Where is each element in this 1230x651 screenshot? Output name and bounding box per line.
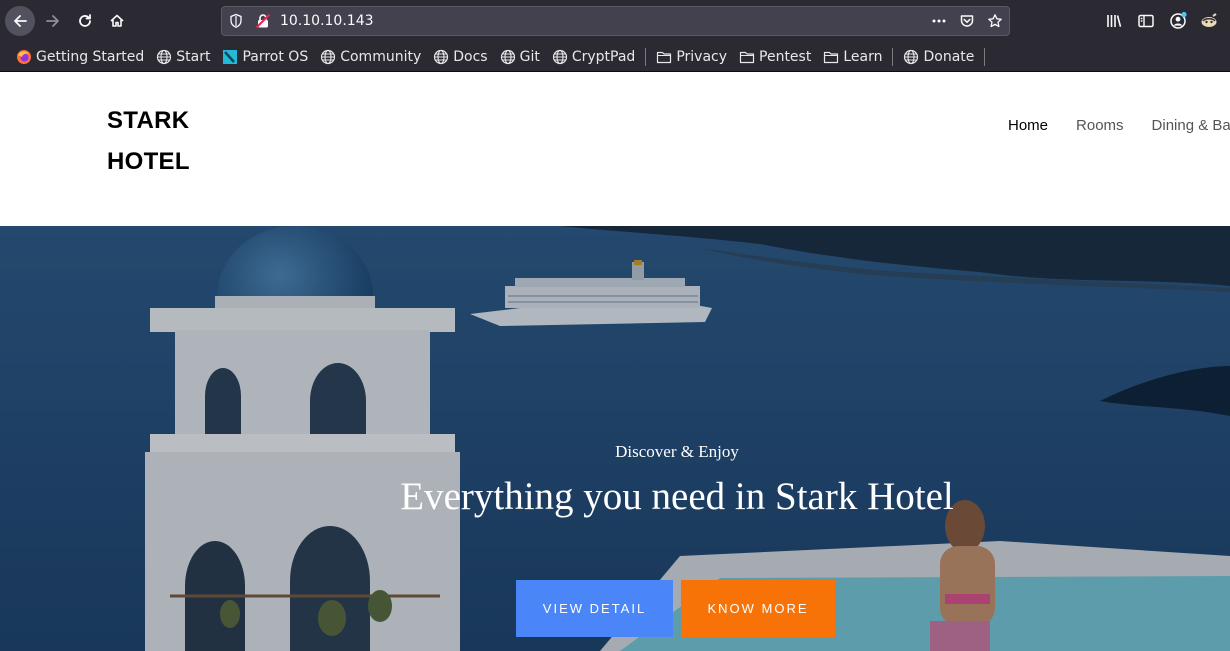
home-icon (110, 14, 124, 27)
bookmark-separator (645, 47, 647, 66)
bookmark-folder-privacy[interactable]: Privacy (652, 45, 731, 69)
shield-icon[interactable] (228, 13, 244, 29)
site-logo[interactable]: STARK HOTEL (107, 100, 227, 182)
bookmark-label: Privacy (676, 48, 728, 65)
bookmark-separator (984, 47, 986, 66)
bookmark-git[interactable]: Git (496, 45, 544, 69)
bookmark-folder-pentest[interactable]: Pentest (735, 45, 815, 69)
library-icon[interactable] (1104, 11, 1124, 31)
bookmark-label: Git (519, 48, 540, 65)
browser-toolbar: 10.10.10.143 (0, 0, 1230, 42)
bookmark-folder-learn[interactable]: Learn (819, 45, 886, 69)
bookmarks-toolbar: Getting Started Start Parrot OS Communit… (0, 42, 1230, 72)
globe-icon (500, 49, 515, 64)
bookmark-label: Start (176, 48, 211, 65)
folder-icon (824, 51, 839, 63)
reload-icon (79, 14, 91, 27)
arrow-right-icon (46, 15, 59, 27)
globe-icon (321, 49, 336, 64)
more-actions-icon[interactable] (931, 13, 947, 29)
bookmark-label: Parrot OS (242, 48, 309, 65)
bookmark-label: Pentest (759, 48, 812, 65)
bookmark-label: Docs (453, 48, 488, 65)
bookmark-star-icon[interactable] (987, 13, 1003, 29)
nav-home[interactable]: Home (1008, 117, 1048, 134)
bookmark-separator (892, 47, 894, 66)
hero-banner: Discover & Enjoy Everything you need in … (0, 226, 1230, 651)
reload-button[interactable] (70, 6, 100, 36)
bookmark-start[interactable]: Start (152, 45, 214, 69)
bookmark-label: Donate (923, 48, 975, 65)
extension-icon[interactable] (1199, 11, 1219, 31)
view-detail-button[interactable]: VIEW DETAIL (516, 580, 673, 637)
site-header: STARK HOTEL Home Rooms Dining & Bar (0, 73, 1230, 226)
bookmark-docs[interactable]: Docs (429, 45, 491, 69)
url-bar[interactable]: 10.10.10.143 (221, 6, 1010, 36)
globe-icon (434, 49, 449, 64)
bookmark-cryptpad[interactable]: CryptPad (548, 45, 639, 69)
bookmark-label: Getting Started (36, 48, 145, 65)
nav-rooms[interactable]: Rooms (1076, 117, 1124, 134)
know-more-button[interactable]: KNOW MORE (681, 580, 835, 637)
globe-icon (157, 49, 172, 64)
url-text[interactable]: 10.10.10.143 (280, 13, 374, 29)
logo-line-2: HOTEL (107, 148, 190, 175)
bookmark-label: Learn (843, 48, 883, 65)
hero-subtitle: Discover & Enjoy (615, 442, 739, 461)
bookmark-community[interactable]: Community (316, 45, 425, 69)
nav-dining-bar[interactable]: Dining & Bar (1152, 117, 1230, 134)
forward-button[interactable] (38, 6, 68, 36)
folder-icon (657, 51, 672, 63)
parrot-icon (223, 49, 238, 64)
bookmark-parrot-os[interactable]: Parrot OS (218, 45, 312, 69)
sidebar-icon[interactable] (1136, 11, 1156, 31)
pocket-icon[interactable] (959, 13, 975, 29)
bookmark-label: Community (340, 48, 422, 65)
bookmark-label: CryptPad (571, 48, 636, 65)
back-button[interactable] (5, 6, 35, 36)
home-button[interactable] (102, 6, 132, 36)
logo-line-1: STARK (107, 107, 190, 134)
hero-title: Everything you need in Stark Hotel (400, 475, 954, 518)
account-icon[interactable] (1168, 11, 1188, 31)
arrow-left-icon (14, 15, 27, 27)
insecure-lock-icon[interactable] (255, 13, 271, 29)
bookmark-donate[interactable]: Donate (899, 45, 978, 69)
bookmark-getting-started[interactable]: Getting Started (12, 45, 148, 69)
globe-icon (904, 49, 919, 64)
main-nav: Home Rooms Dining & Bar (1008, 117, 1230, 134)
folder-icon (739, 51, 755, 63)
firefox-icon (17, 49, 31, 64)
globe-icon (552, 49, 567, 64)
